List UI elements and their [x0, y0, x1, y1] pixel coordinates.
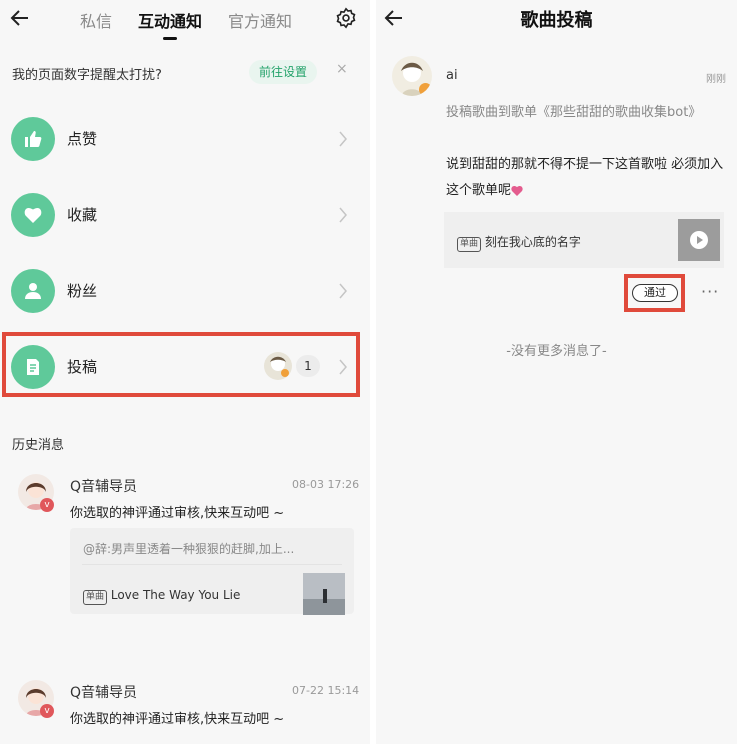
verified-badge-icon: v	[40, 498, 54, 512]
user-avatar[interactable]	[392, 56, 432, 96]
row-fans[interactable]: 粉丝	[0, 254, 370, 328]
tab-bar: 私信 互动通知 官方通知	[80, 8, 292, 40]
song-tag: 单曲	[83, 590, 108, 605]
tab-interactions[interactable]: 互动通知	[138, 8, 202, 40]
quoted-comment-card[interactable]: @辞:男声里透着一种狠狠的赶脚,加上... 单曲 Love The Way Yo…	[70, 528, 354, 615]
user-icon	[11, 269, 55, 313]
row-label: 收藏	[67, 206, 98, 224]
back-arrow-icon[interactable]	[8, 6, 32, 30]
post-time: 刚刚	[706, 74, 726, 85]
heart-icon	[11, 193, 55, 237]
thumbs-up-icon	[11, 117, 55, 161]
star-badge-icon	[419, 83, 432, 96]
album-cover[interactable]	[303, 573, 345, 615]
play-button[interactable]	[678, 219, 720, 261]
heart-icon	[511, 185, 523, 196]
tab-official-notices[interactable]: 官方通知	[228, 8, 292, 32]
page-title: 歌曲投稿	[520, 10, 593, 31]
message-time: 08-03 17:26	[292, 478, 360, 491]
approve-button[interactable]: 通过	[632, 284, 678, 302]
submission-message: 说到甜甜的那就不得不提一下这首歌啦 必须加入这个歌单呢	[446, 152, 726, 204]
sender-name: Q音辅导员	[70, 479, 138, 495]
row-label: 粉丝	[67, 282, 98, 300]
go-to-settings-button[interactable]: 前往设置	[249, 60, 318, 84]
chevron-right-icon	[339, 131, 347, 147]
message-body: 你选取的神评通过审核,快来互动吧 ~	[70, 712, 285, 727]
notification-banner: 我的页面数字提醒太打扰? 前往设置 ×	[0, 54, 370, 90]
play-icon	[690, 231, 708, 249]
song-tag: 单曲	[457, 237, 482, 252]
row-favorites[interactable]: 收藏	[0, 178, 370, 252]
row-likes[interactable]: 点赞	[0, 102, 370, 176]
top-bar: 私信 互动通知 官方通知	[0, 0, 370, 40]
chevron-right-icon	[339, 283, 347, 299]
highlight-box	[2, 332, 360, 397]
left-panel: 私信 互动通知 官方通知 我的页面数字提醒太打扰? 前往设置 × 点赞 收藏 粉…	[0, 0, 370, 744]
gear-icon[interactable]	[335, 7, 357, 29]
chevron-right-icon	[339, 207, 347, 223]
submission-text: 说到甜甜的那就不得不提一下这首歌啦 必须加入这个歌单呢	[446, 157, 724, 198]
sender-name: Q音辅导员	[70, 685, 138, 701]
quoted-comment: @辞:男声里透着一种狠狠的赶脚,加上...	[83, 542, 295, 556]
more-options-icon[interactable]: ···	[701, 282, 719, 301]
divider	[82, 564, 342, 565]
submission-description: 投稿歌曲到歌单《那些甜甜的歌曲收集bot》	[446, 105, 702, 120]
message-body: 你选取的神评通过审核,快来互动吧 ~	[70, 506, 285, 521]
song-line: 单曲 Love The Way You Lie	[83, 588, 240, 605]
right-panel: 歌曲投稿 ai 刚刚 投稿歌曲到歌单《那些甜甜的歌曲收集bot》 说到甜甜的那就…	[376, 0, 737, 744]
tab-private-messages[interactable]: 私信	[80, 8, 112, 32]
song-title: Love The Way You Lie	[110, 588, 241, 602]
song-title: 刻在我心底的名字	[484, 235, 581, 249]
user-name[interactable]: ai	[446, 68, 458, 83]
message-time: 07-22 15:14	[292, 684, 360, 697]
song-line: 单曲 刻在我心底的名字	[457, 233, 581, 252]
verified-badge-icon: v	[40, 704, 54, 718]
song-card[interactable]: 单曲 刻在我心底的名字	[444, 212, 724, 268]
no-more-messages: -没有更多消息了-	[506, 344, 607, 359]
banner-text: 我的页面数字提醒太打扰?	[12, 68, 162, 83]
row-label: 点赞	[67, 130, 98, 148]
close-icon[interactable]: ×	[336, 61, 348, 77]
history-title: 历史消息	[12, 438, 65, 453]
